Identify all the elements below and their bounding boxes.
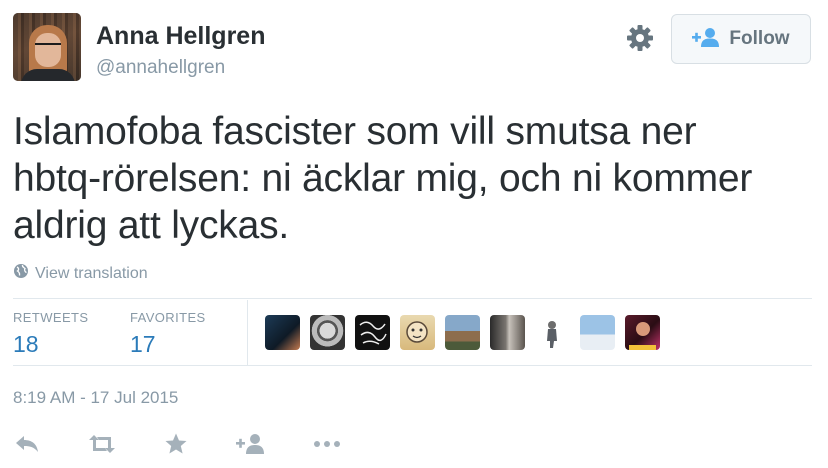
follow-label: Follow (729, 28, 790, 49)
follow-button[interactable]: Follow (671, 14, 811, 64)
timestamp[interactable]: 8:19 AM - 17 Jul 2015 (13, 388, 178, 408)
stats-top-divider (13, 298, 812, 299)
more-icon[interactable] (311, 428, 343, 460)
view-translation-link[interactable]: View translation (13, 263, 148, 284)
gear-icon[interactable] (624, 22, 656, 54)
user-handle[interactable]: @annahellgren (96, 57, 225, 79)
favoriter-avatar[interactable] (580, 315, 615, 350)
favoriter-avatar[interactable] (310, 315, 345, 350)
follow-icon[interactable] (235, 428, 267, 460)
favoriter-avatar[interactable] (490, 315, 525, 350)
stats-bottom-divider (13, 365, 812, 366)
favorites-stat[interactable]: FAVORITES 17 (130, 310, 206, 358)
avatar[interactable] (13, 13, 81, 81)
reply-icon[interactable] (11, 428, 43, 460)
favoriter-avatar[interactable] (355, 315, 390, 350)
avatar-shirt (21, 69, 75, 81)
retweet-icon[interactable] (86, 428, 118, 460)
retweets-count: 18 (13, 331, 39, 357)
tweet-text-line: Islamofoba fascister som vill smutsa ner (13, 110, 697, 153)
stats-vertical-divider (247, 300, 248, 365)
avatar-glasses (35, 43, 61, 52)
favoriter-avatar[interactable] (625, 315, 660, 350)
favoriter-avatar[interactable] (445, 315, 480, 350)
tweet-actions (0, 428, 828, 460)
retweets-label: RETWEETS (13, 310, 89, 325)
globe-icon (13, 263, 29, 284)
favoriter-avatar[interactable] (400, 315, 435, 350)
favoriter-avatar[interactable] (535, 315, 570, 350)
add-user-icon (692, 27, 720, 52)
favorites-count: 17 (130, 331, 156, 357)
tweet-text: Islamofoba fascister som vill smutsa ner… (13, 108, 813, 249)
favorites-label: FAVORITES (130, 310, 206, 325)
user-name[interactable]: Anna Hellgren (96, 22, 265, 51)
favoriter-avatar[interactable] (265, 315, 300, 350)
view-translation-label: View translation (35, 264, 148, 282)
retweets-stat[interactable]: RETWEETS 18 (13, 310, 88, 358)
favorite-icon[interactable] (160, 428, 192, 460)
tweet-text-line: aldrig att lyckas. (13, 204, 290, 247)
favoriter-avatars (265, 315, 660, 350)
tweet-text-line: hbtq-rörelsen: ni äcklar mig, och ni kom… (13, 157, 753, 200)
